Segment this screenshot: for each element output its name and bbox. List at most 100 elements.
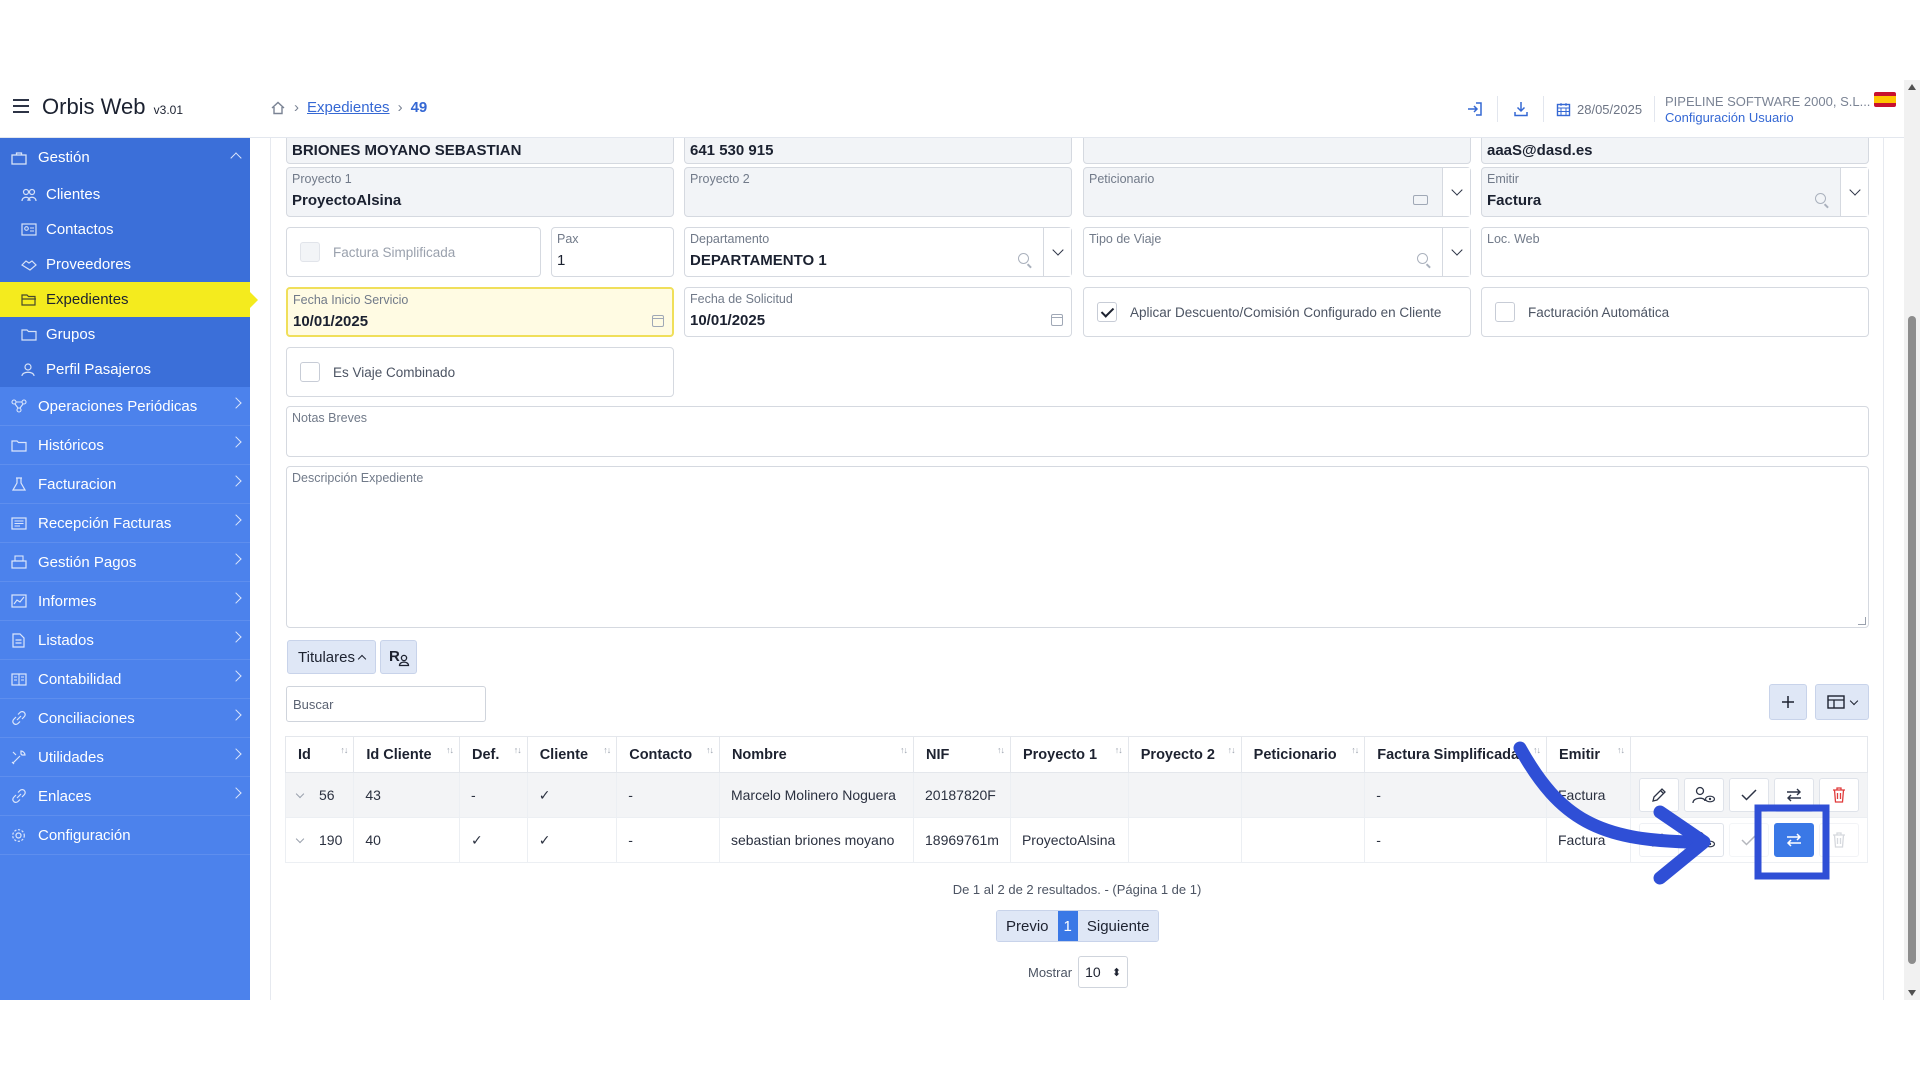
sidebar-item-historicos[interactable]: Históricos bbox=[0, 426, 250, 465]
fecha-inicio-servicio-field[interactable]: Fecha Inicio Servicio 10/01/2025 bbox=[286, 287, 674, 337]
login-icon[interactable] bbox=[1452, 96, 1498, 122]
sidebar-item-utilidades[interactable]: Utilidades bbox=[0, 738, 250, 777]
page-size-select[interactable]: 10 bbox=[1078, 956, 1129, 988]
column-header-nombre[interactable]: Nombre ↑↓ bbox=[718, 736, 915, 773]
view-user-button[interactable] bbox=[1684, 823, 1724, 857]
chevron-down-icon[interactable] bbox=[295, 789, 305, 799]
sidebar-item-expedientes[interactable]: Expedientes bbox=[0, 282, 258, 317]
emitir-select[interactable]: Emitir Factura bbox=[1481, 167, 1869, 217]
card-icon bbox=[1413, 195, 1428, 205]
loc-web-field[interactable]: Loc. Web bbox=[1481, 227, 1869, 277]
empty-top-field[interactable] bbox=[1083, 138, 1471, 164]
sidebar-item-grupos[interactable]: Grupos bbox=[0, 317, 250, 352]
briefcase-icon bbox=[10, 150, 27, 166]
breadcrumb-expedientes-link[interactable]: Expedientes bbox=[307, 99, 390, 116]
column-header-peticionario[interactable]: Peticionario ↑↓ bbox=[1240, 736, 1366, 773]
titulares-search-text[interactable] bbox=[287, 687, 485, 721]
home-icon[interactable] bbox=[270, 100, 286, 116]
sidebar-item-clientes[interactable]: Clientes bbox=[0, 177, 250, 212]
chevron-down-icon[interactable] bbox=[295, 834, 305, 844]
viaje-combinado-checkbox[interactable] bbox=[300, 362, 320, 382]
scroll-down-icon[interactable] bbox=[1908, 990, 1916, 996]
swap-arrows-icon bbox=[1786, 833, 1802, 847]
sidebar-item-enlaces[interactable]: Enlaces bbox=[0, 777, 250, 816]
check-icon bbox=[1741, 834, 1757, 846]
descripcion-expediente-field[interactable]: Descripción Expediente bbox=[286, 466, 1869, 628]
peticionario-select[interactable]: Peticionario bbox=[1083, 167, 1471, 217]
chevron-down-icon[interactable] bbox=[1840, 168, 1868, 216]
sidebar-item-informes[interactable]: Informes bbox=[0, 582, 250, 621]
column-header-emitir[interactable]: Emitir ↑↓ bbox=[1545, 736, 1632, 773]
user-profile-icon bbox=[20, 362, 37, 378]
column-header-proyecto1[interactable]: Proyecto 1 ↑↓ bbox=[1009, 736, 1129, 773]
sidebar-item-contabilidad[interactable]: Contabilidad bbox=[0, 660, 250, 699]
user-config-link[interactable]: Configuración Usuario bbox=[1665, 110, 1870, 126]
column-header-proyecto2[interactable]: Proyecto 2 ↑↓ bbox=[1127, 736, 1242, 773]
person-role-button[interactable]: R bbox=[380, 640, 417, 674]
chevron-down-icon[interactable] bbox=[1442, 168, 1470, 216]
page-1-button[interactable]: 1 bbox=[1057, 911, 1078, 941]
sidebar-item-configuracion[interactable]: Configuración bbox=[0, 816, 250, 855]
aplicar-descuento-checkbox[interactable] bbox=[1097, 302, 1117, 322]
titulares-tab[interactable]: Titulares bbox=[287, 640, 376, 674]
proyecto1-field[interactable]: Proyecto 1 ProyectoAlsina bbox=[286, 167, 674, 217]
spain-flag-icon[interactable] bbox=[1874, 92, 1896, 107]
ledger-icon bbox=[10, 671, 27, 687]
sidebar-item-contactos[interactable]: Contactos bbox=[0, 212, 250, 247]
column-header-id[interactable]: Id ↑↓ bbox=[284, 736, 355, 773]
swap-button[interactable] bbox=[1774, 778, 1814, 812]
column-header-def[interactable]: Def. ↑↓ bbox=[459, 736, 528, 773]
factura-simplificada-checkbox[interactable] bbox=[300, 242, 320, 262]
pax-field[interactable]: Pax 1 bbox=[551, 227, 674, 277]
download-icon[interactable] bbox=[1498, 96, 1544, 122]
facturacion-automatica-checkbox[interactable] bbox=[1495, 302, 1515, 322]
handshake-icon bbox=[20, 257, 37, 273]
column-header-id-cliente[interactable]: Id Cliente ↑↓ bbox=[353, 736, 461, 773]
tipo-viaje-select[interactable]: Tipo de Viaje bbox=[1083, 227, 1471, 277]
fecha-solicitud-field[interactable]: Fecha de Solicitud 10/01/2025 bbox=[684, 287, 1072, 337]
delete-button[interactable] bbox=[1819, 778, 1859, 812]
sidebar-item-recepcion-facturas[interactable]: Recepción Facturas bbox=[0, 504, 250, 543]
calendar-icon[interactable] bbox=[1051, 314, 1063, 326]
column-header-nif[interactable]: NIF ↑↓ bbox=[913, 736, 1011, 773]
notas-breves-field[interactable]: Notas Breves bbox=[286, 406, 1869, 457]
hamburger-menu-icon[interactable] bbox=[13, 99, 29, 113]
document-icon bbox=[10, 632, 27, 648]
table-row[interactable]: 56 43 - ✓ - Marcelo Molinero Noguera 201… bbox=[284, 772, 1868, 818]
column-header-factura-simplificada[interactable]: Factura Simplificada ↑↓ bbox=[1364, 736, 1547, 773]
cell-factura-simplificada: - bbox=[1364, 772, 1547, 818]
next-page-button[interactable]: Siguiente bbox=[1077, 911, 1159, 941]
previous-page-button[interactable]: Previo bbox=[997, 911, 1058, 941]
sidebar-item-gestion-pagos[interactable]: Gestión Pagos bbox=[0, 543, 250, 582]
edit-button[interactable] bbox=[1639, 823, 1679, 857]
sidebar-item-perfil-pasajeros[interactable]: Perfil Pasajeros bbox=[0, 352, 250, 387]
column-header-cliente[interactable]: Cliente ↑↓ bbox=[526, 736, 618, 773]
calendar-icon[interactable] bbox=[652, 315, 664, 327]
scrollbar-thumb[interactable] bbox=[1908, 316, 1916, 964]
email-field[interactable]: aaaS@dasd.es bbox=[1481, 138, 1869, 164]
sidebar-item-proveedores[interactable]: Proveedores bbox=[0, 247, 250, 282]
sidebar-item-conciliaciones[interactable]: Conciliaciones bbox=[0, 699, 250, 738]
sidebar-group-gestion[interactable]: Gestión bbox=[0, 138, 250, 177]
set-default-button[interactable] bbox=[1729, 778, 1769, 812]
sidebar-item-listados[interactable]: Listados bbox=[0, 621, 250, 660]
table-row[interactable]: 190 40 ✓ ✓ - sebastian briones moyano 18… bbox=[284, 817, 1868, 863]
columns-toggle-button[interactable] bbox=[1815, 684, 1869, 720]
page-scrollbar[interactable] bbox=[1904, 80, 1920, 1000]
client-name-field[interactable]: BRIONES MOYANO SEBASTIAN bbox=[286, 138, 674, 164]
view-user-button[interactable] bbox=[1684, 778, 1724, 812]
add-titular-button[interactable] bbox=[1769, 684, 1807, 720]
chevron-down-icon[interactable] bbox=[1442, 228, 1470, 276]
sidebar-item-operaciones-periodicas[interactable]: Operaciones Periódicas bbox=[0, 387, 250, 426]
titulares-search-input[interactable] bbox=[286, 686, 486, 722]
edit-button[interactable] bbox=[1639, 778, 1679, 812]
resize-handle-icon[interactable] bbox=[1858, 617, 1866, 625]
phone-field[interactable]: 641 530 915 bbox=[684, 138, 1072, 164]
chevron-down-icon[interactable] bbox=[1043, 228, 1071, 276]
departamento-select[interactable]: Departamento DEPARTAMENTO 1 bbox=[684, 227, 1072, 277]
sidebar-item-facturacion[interactable]: Facturacion bbox=[0, 465, 250, 504]
proyecto2-field[interactable]: Proyecto 2 bbox=[684, 167, 1072, 217]
column-header-contacto[interactable]: Contacto ↑↓ bbox=[616, 736, 720, 773]
swap-button-highlighted[interactable] bbox=[1774, 823, 1814, 857]
scroll-up-icon[interactable] bbox=[1908, 84, 1916, 90]
